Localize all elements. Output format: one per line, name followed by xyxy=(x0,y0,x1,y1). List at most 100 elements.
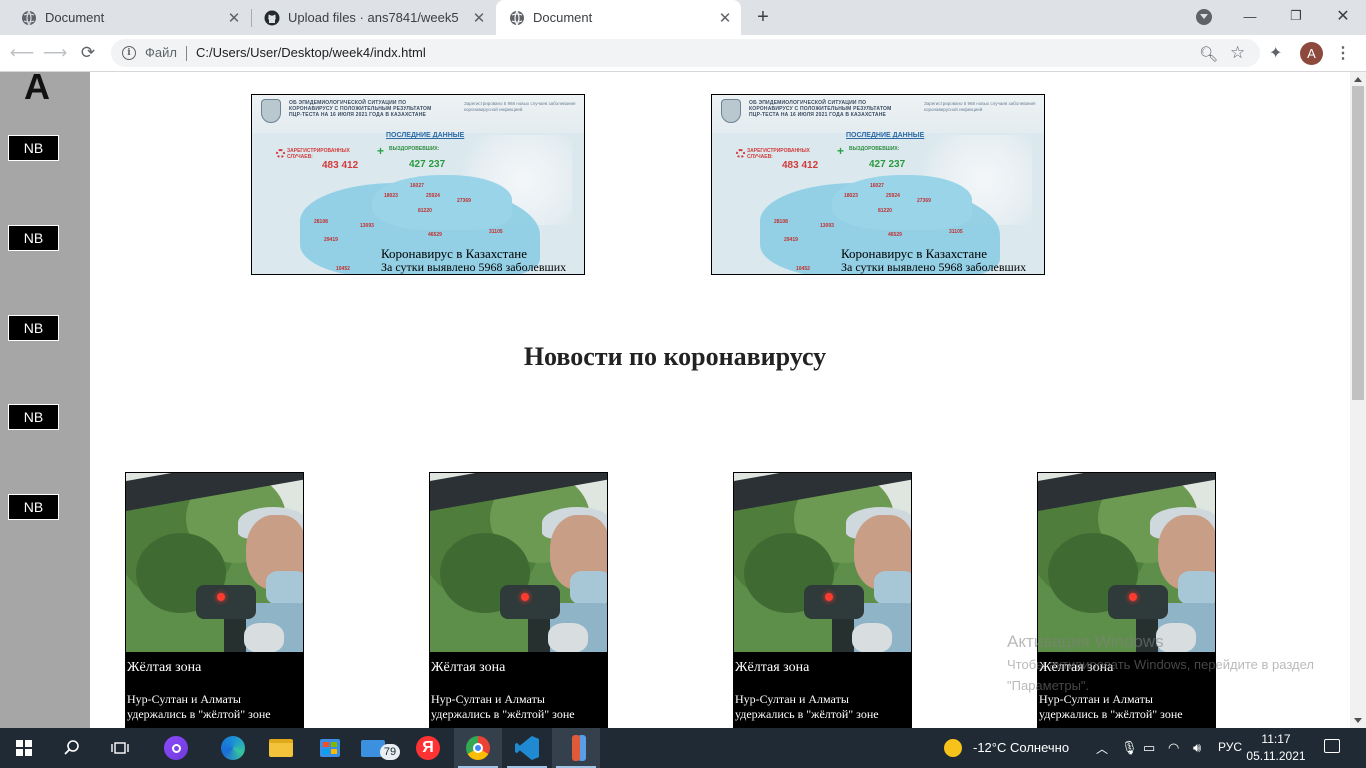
photo-thermometer xyxy=(804,585,864,619)
task-view-button[interactable] xyxy=(96,728,144,768)
search-icon xyxy=(64,740,79,755)
tab-document-1[interactable]: Document ✕ xyxy=(0,0,250,35)
battery-icon[interactable]: ▭ xyxy=(1143,740,1155,756)
close-tab-icon[interactable]: ✕ xyxy=(471,10,487,27)
plus-icon: + xyxy=(377,144,385,158)
banner-note: Зарегистрировано 5 968 новых случаев заб… xyxy=(464,101,576,112)
news-card[interactable]: Жёлтая зона Нур-Султан и Алматы удержали… xyxy=(125,472,304,728)
sidebar-nb-button[interactable]: NB xyxy=(8,494,59,520)
snipping-tool-button[interactable] xyxy=(552,728,600,768)
search-button[interactable] xyxy=(48,728,96,768)
volume-icon[interactable]: 🔊︎ xyxy=(1193,740,1201,756)
alice-icon xyxy=(164,736,188,760)
store-app-button[interactable] xyxy=(306,728,354,768)
profile-avatar[interactable]: A xyxy=(1300,42,1323,65)
back-button[interactable]: ⟵ xyxy=(10,41,34,65)
news-title: Жёлтая зона xyxy=(735,660,810,675)
region-number: 25924 xyxy=(886,193,900,199)
vertical-scrollbar[interactable] xyxy=(1350,72,1366,728)
edge-app-button[interactable] xyxy=(209,728,257,768)
mail-app-button[interactable]: 79 xyxy=(354,728,402,768)
news-card[interactable]: Жёлтая зона Нур-Султан и Алматы удержали… xyxy=(733,472,912,728)
tab-search-icon[interactable] xyxy=(1196,9,1212,25)
photo-mask xyxy=(266,571,303,605)
weather-text[interactable]: -12°C Солнечно xyxy=(973,740,1069,755)
wifi-icon[interactable]: ◠ xyxy=(1168,740,1179,756)
zoom-icon[interactable]: 🔍︎ xyxy=(1199,45,1218,63)
tab-document-active[interactable]: Document ✕ xyxy=(496,0,741,35)
url-text[interactable]: C:/Users/User/Desktop/week4/indx.html xyxy=(196,45,426,60)
tab-strip: Document ✕ Upload files · ans7841/week5 … xyxy=(0,0,1366,35)
menu-icon[interactable]: ⋮ xyxy=(1335,43,1351,63)
close-tab-icon[interactable]: ✕ xyxy=(226,10,242,27)
recovered-label: ВЫЗДОРОВЕВШИХ: xyxy=(849,146,900,152)
covid-banner-card[interactable]: ОБ ЭПИДЕМИОЛОГИЧЕСКОЙ СИТУАЦИИ ПО КОРОНА… xyxy=(251,94,585,275)
extensions-icon[interactable]: ✦ xyxy=(1269,43,1282,63)
tab-upload-files[interactable]: Upload files · ans7841/week5 ✕ xyxy=(243,0,495,35)
minimize-button[interactable]: — xyxy=(1227,0,1273,32)
region-number: 13093 xyxy=(360,223,374,229)
photo-laser-dot xyxy=(217,593,225,601)
news-card[interactable]: Жёлтая зона Нур-Султан и Алматы удержали… xyxy=(429,472,608,728)
sidebar: A NB NB NB NB NB xyxy=(0,72,90,728)
new-tab-button[interactable]: + xyxy=(752,6,774,28)
store-icon xyxy=(320,739,340,757)
scroll-up-arrow-icon[interactable] xyxy=(1354,77,1362,82)
microphone-icon[interactable]: 🎙︎ xyxy=(1121,740,1138,756)
recovered-count: 427 237 xyxy=(869,159,906,170)
region-number: 81220 xyxy=(878,208,892,214)
notification-center-icon[interactable] xyxy=(1324,739,1340,753)
news-text: Нур-Султан и Алматы удержались в "жёлтой… xyxy=(127,692,271,721)
chrome-icon xyxy=(466,736,490,760)
watermark-title: Активация Windows xyxy=(1007,632,1164,651)
news-text: Нур-Султан и Алматы удержались в "жёлтой… xyxy=(1039,692,1183,721)
photo-laser-dot xyxy=(825,593,833,601)
globe-icon xyxy=(22,10,36,25)
region-number: 31105 xyxy=(949,229,963,235)
region-number: 29419 xyxy=(324,237,338,243)
yandex-browser-button[interactable]: Я xyxy=(404,728,452,768)
watermark-text: Чтобы активировать Windows, перейдите в … xyxy=(1007,657,1314,693)
file-explorer-button[interactable] xyxy=(257,728,305,768)
photo-thermometer xyxy=(500,585,560,619)
clock[interactable]: 11:17 05.11.2021 xyxy=(1246,731,1306,765)
banner-note: Зарегистрировано 5 968 новых случаев заб… xyxy=(924,101,1036,112)
news-text: Нур-Султан и Алматы удержались в "жёлтой… xyxy=(735,692,879,721)
news-photo xyxy=(734,473,911,652)
vscode-app-button[interactable] xyxy=(503,728,551,768)
clock-date: 05.11.2021 xyxy=(1246,749,1306,763)
yandex-icon: Я xyxy=(416,736,440,760)
sidebar-nb-button[interactable]: NB xyxy=(8,135,59,161)
sidebar-nb-button[interactable]: NB xyxy=(8,404,59,430)
region-number: 13093 xyxy=(820,223,834,229)
region-number: 46529 xyxy=(888,232,902,238)
photo-mask xyxy=(874,571,911,605)
address-bar[interactable]: i Файл C:/Users/User/Desktop/week4/indx.… xyxy=(111,39,1260,67)
sidebar-nb-button[interactable]: NB xyxy=(8,315,59,341)
windows-logo-icon xyxy=(16,740,32,756)
restore-button[interactable]: ❐ xyxy=(1273,0,1319,32)
tab-title: Document xyxy=(45,10,105,25)
kazakhstan-map-region xyxy=(372,175,512,230)
covid-banner-card[interactable]: ОБ ЭПИДЕМИОЛОГИЧЕСКОЙ СИТУАЦИИ ПО КОРОНА… xyxy=(711,94,1045,275)
scroll-thumb[interactable] xyxy=(1352,86,1364,400)
show-hidden-icons-chevron-icon[interactable]: ︿ xyxy=(1096,740,1108,757)
bookmark-star-icon[interactable]: ☆ xyxy=(1230,43,1245,63)
weather-sun-icon[interactable] xyxy=(944,739,962,757)
scroll-down-arrow-icon[interactable] xyxy=(1354,718,1362,723)
close-tab-icon[interactable]: ✕ xyxy=(717,10,733,27)
windows-activation-watermark: Активация Windows Чтобы активировать Win… xyxy=(1007,632,1327,696)
news-text: Нур-Султан и Алматы удержались в "жёлтой… xyxy=(431,692,575,721)
scheme-label: Файл xyxy=(145,45,177,60)
alice-app-button[interactable] xyxy=(152,728,200,768)
language-indicator[interactable]: РУС xyxy=(1218,740,1242,754)
region-number: 28108 xyxy=(774,219,788,225)
chrome-app-button[interactable] xyxy=(454,728,502,768)
close-window-button[interactable]: ✕ xyxy=(1320,0,1366,32)
sidebar-nb-button[interactable]: NB xyxy=(8,225,59,251)
forward-button[interactable]: ⟶ xyxy=(43,41,67,65)
photo-thermometer xyxy=(196,585,256,619)
reload-button[interactable]: ⟳ xyxy=(76,41,100,65)
start-button[interactable] xyxy=(0,728,48,768)
info-icon[interactable]: i xyxy=(122,46,136,60)
